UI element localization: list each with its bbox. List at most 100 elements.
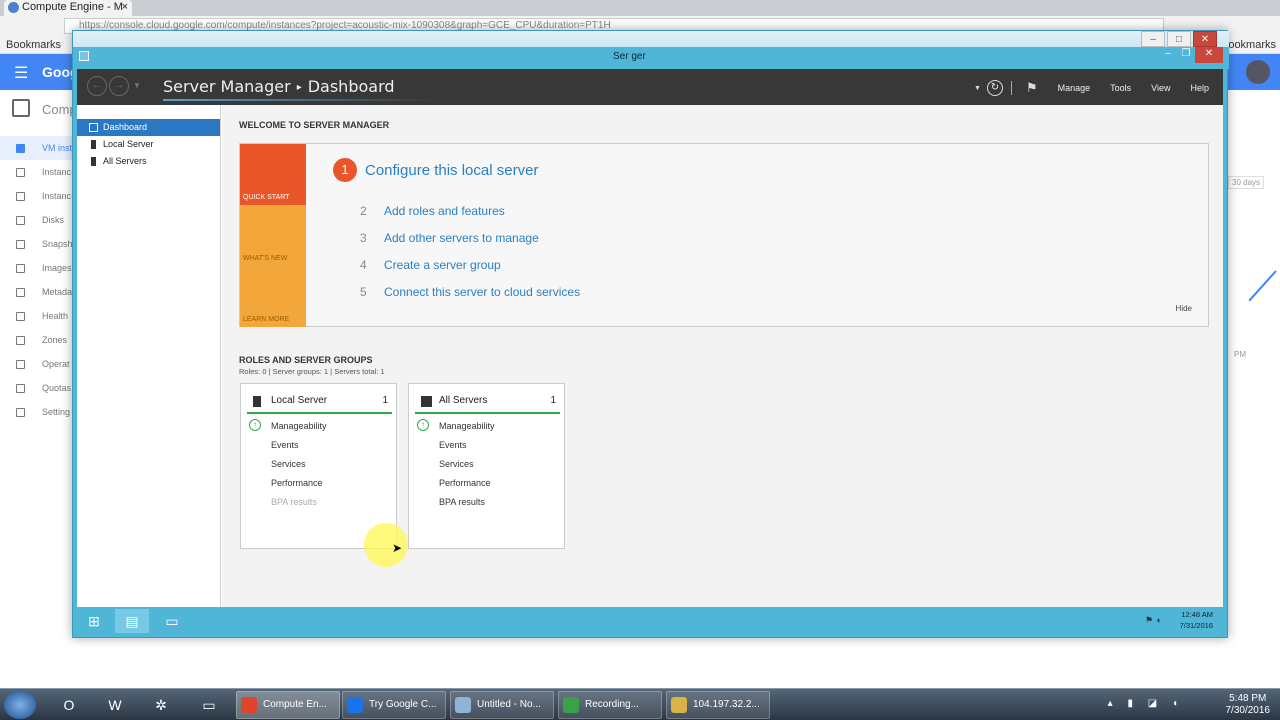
taskbar-button[interactable]: 104.197.32.2...: [666, 691, 770, 719]
rdp-close-button[interactable]: ✕: [1193, 31, 1217, 47]
row-services[interactable]: Services: [271, 458, 327, 477]
gcp-nav-label: Snapsh: [42, 239, 73, 249]
breadcrumb-app[interactable]: Server Manager: [163, 77, 291, 96]
server-manager-header: ← → ▼ Server Manager ▸ Dashboard ▼ ↻ ⚑ Man…: [77, 69, 1223, 105]
configure-step[interactable]: 1 Configure this local server: [333, 158, 538, 182]
row-events[interactable]: Events: [271, 439, 327, 458]
status-ok-icon: ↑: [249, 419, 261, 431]
gcp-sidebar: VM inst Instanc Instanc Disks Snapsh Images Me…: [0, 136, 78, 424]
word-icon[interactable]: W: [96, 692, 134, 718]
taskbar-button[interactable]: Try Google C...: [342, 691, 446, 719]
step-add-servers[interactable]: 3 Add other servers to manage: [360, 231, 539, 245]
step-link[interactable]: Create a server group: [384, 258, 501, 272]
gcp-nav-item[interactable]: Zones: [0, 328, 78, 352]
step-connect-cloud[interactable]: 5 Connect this server to cloud services: [360, 285, 580, 299]
dashboard-main: WELCOME TO SERVER MANAGER QUICK START WH…: [222, 105, 1223, 607]
gcp-nav-item[interactable]: Health: [0, 304, 78, 328]
configure-local-server-link[interactable]: Configure this local server: [365, 162, 538, 179]
minimize-button[interactable]: –: [1159, 47, 1177, 63]
notifications-flag-icon[interactable]: ⚑: [1026, 80, 1038, 96]
file-explorer-icon[interactable]: ▭: [155, 609, 189, 633]
step-create-group[interactable]: 4 Create a server group: [360, 258, 501, 272]
taskbar-button[interactable]: Untitled - No...: [450, 691, 554, 719]
gcp-nav-item[interactable]: Instanc: [0, 160, 78, 184]
rdp-minimize-button[interactable]: –: [1141, 31, 1165, 47]
gcp-nav-item[interactable]: Snapsh: [0, 232, 78, 256]
gcp-nav-item[interactable]: Operat: [0, 352, 78, 376]
row-performance[interactable]: Performance: [439, 477, 495, 496]
sidebar-item-local-server[interactable]: Local Server: [77, 136, 220, 153]
step-link[interactable]: Connect this server to cloud services: [384, 285, 580, 299]
duration-select[interactable]: 30 days: [1228, 176, 1265, 189]
back-arrow-icon[interactable]: ←: [87, 76, 107, 96]
row-bpa-results[interactable]: BPA results: [439, 496, 495, 515]
gcp-nav-item[interactable]: Setting: [0, 400, 78, 424]
menu-help[interactable]: Help: [1190, 83, 1209, 93]
gcp-nav-item[interactable]: Quotas: [0, 376, 78, 400]
bookmarks-label[interactable]: Bookmarks: [6, 36, 61, 54]
start-orb-icon[interactable]: [4, 691, 36, 719]
system-clock[interactable]: 5:48 PM 7/30/2016: [1226, 693, 1271, 717]
restore-button[interactable]: ❐: [1177, 47, 1195, 63]
tile-whats-new[interactable]: WHAT'S NEW: [240, 205, 306, 266]
gcp-nav-item[interactable]: Instanc: [0, 184, 78, 208]
taskbar-app-icon: [455, 697, 471, 713]
tile-whats-new-label: WHAT'S NEW: [243, 255, 288, 262]
gcp-nav-item[interactable]: Images: [0, 256, 78, 280]
taskbar-button-label: Recording...: [585, 699, 639, 710]
server-icon: [91, 157, 96, 166]
card-local-server[interactable]: Local Server 1 ↑ Manageability Events Se…: [240, 383, 397, 549]
menu-manage[interactable]: Manage: [1058, 83, 1091, 93]
card-all-servers[interactable]: All Servers 1 ↑ Manageability Events Ser…: [408, 383, 565, 549]
close-tab-icon[interactable]: ×: [122, 0, 128, 15]
row-services[interactable]: Services: [439, 458, 495, 477]
row-bpa-results[interactable]: BPA results: [271, 496, 327, 515]
taskbar-button[interactable]: Compute En...: [236, 691, 340, 719]
tile-learn-more[interactable]: LEARN MORE: [240, 266, 306, 327]
row-manageability[interactable]: Manageability: [439, 420, 495, 439]
tile-quick-start[interactable]: QUICK START: [240, 144, 306, 205]
card-header[interactable]: All Servers 1: [415, 392, 560, 414]
row-events[interactable]: Events: [439, 439, 495, 458]
hamburger-menu-icon[interactable]: ☰: [14, 63, 28, 83]
step-add-roles[interactable]: 2 Add roles and features: [360, 204, 505, 218]
row-performance[interactable]: Performance: [271, 477, 327, 496]
history-dropdown-icon[interactable]: ▼: [133, 81, 141, 90]
gcp-nav-item[interactable]: Disks: [0, 208, 78, 232]
remote-clock[interactable]: 12:48 AM 7/31/2016: [1180, 609, 1213, 631]
gcp-nav-label: Operat: [42, 359, 70, 369]
account-avatar[interactable]: [1246, 60, 1270, 84]
explorer-folder-icon[interactable]: ▭: [190, 692, 228, 718]
app-icon[interactable]: ✲: [142, 692, 180, 718]
menu-tools[interactable]: Tools: [1110, 83, 1131, 93]
step-link[interactable]: Add roles and features: [384, 204, 505, 218]
server-icon: [91, 140, 96, 149]
refresh-dropdown-icon[interactable]: ▼: [974, 85, 981, 92]
taskbar-button[interactable]: Recording...: [558, 691, 662, 719]
outlook-icon[interactable]: O: [50, 692, 88, 718]
card-header[interactable]: Local Server 1: [247, 392, 392, 414]
refresh-icon[interactable]: ↻: [986, 80, 1003, 96]
gcp-nav-item[interactable]: VM inst: [0, 136, 78, 160]
step-link[interactable]: Add other servers to manage: [384, 231, 539, 245]
status-ok-icon: ↑: [417, 419, 429, 431]
gcp-nav-item[interactable]: Metada: [0, 280, 78, 304]
card-title: All Servers: [439, 395, 488, 406]
welcome-title: WELCOME TO SERVER MANAGER: [239, 120, 390, 130]
close-button[interactable]: ✕: [1195, 47, 1223, 63]
sidebar-item-all-servers[interactable]: All Servers: [77, 153, 220, 170]
menu-view[interactable]: View: [1151, 83, 1170, 93]
sidebar-item-dashboard[interactable]: Dashboard: [77, 119, 220, 136]
system-tray-icons[interactable]: ▴ ▮ ◪ ◖: [1108, 698, 1184, 709]
window-controls: – ❐ ✕: [1159, 47, 1223, 63]
server-manager-window-icon: [79, 51, 89, 61]
welcome-panel: QUICK START WHAT'S NEW LEARN MORE 1 Conf…: [239, 143, 1209, 327]
windows-start-icon[interactable]: ⊞: [77, 609, 111, 633]
browser-tab[interactable]: Compute Engine - M ×: [4, 0, 132, 16]
forward-arrow-icon[interactable]: →: [109, 76, 129, 96]
hide-link[interactable]: Hide: [1176, 304, 1192, 313]
row-manageability[interactable]: Manageability: [271, 420, 327, 439]
server-manager-taskbar-icon[interactable]: ▤: [115, 609, 149, 633]
other-bookmarks[interactable]: bookmarks: [1222, 36, 1276, 54]
rdp-maximize-button[interactable]: □: [1167, 31, 1191, 47]
